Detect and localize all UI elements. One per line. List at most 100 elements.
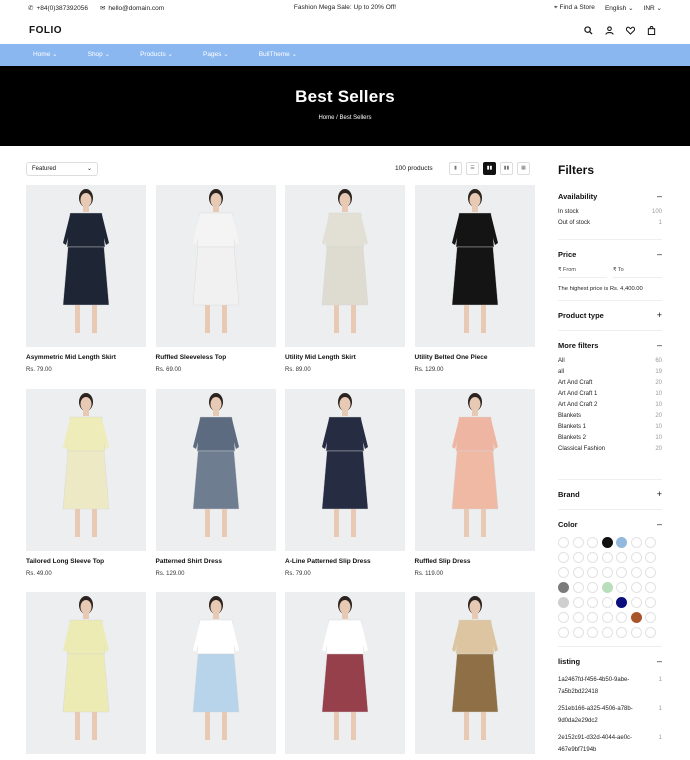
color-swatch[interactable] [630, 567, 642, 578]
color-swatch[interactable] [572, 627, 584, 638]
color-swatch[interactable] [601, 627, 613, 638]
color-swatch[interactable] [630, 552, 642, 563]
color-swatch[interactable] [616, 627, 627, 638]
product-image[interactable] [26, 592, 146, 754]
product-image[interactable] [414, 388, 535, 551]
filter-header-product-type[interactable]: Product type + [558, 310, 662, 320]
nav-item-home[interactable]: Home ⌄ [33, 44, 58, 66]
product-image[interactable] [285, 185, 405, 347]
nav-item-pages[interactable]: Pages ⌄ [203, 44, 229, 66]
color-swatch[interactable] [587, 567, 598, 578]
product-image[interactable] [155, 388, 276, 551]
color-swatch[interactable] [587, 537, 598, 548]
color-swatch[interactable] [616, 582, 627, 593]
color-swatch[interactable] [645, 552, 656, 563]
product-name[interactable]: Ruffled Sleeveless Top [156, 354, 276, 361]
color-swatch[interactable] [587, 627, 598, 638]
color-swatch[interactable] [630, 597, 642, 608]
color-swatch[interactable] [587, 597, 598, 608]
color-swatch[interactable] [558, 567, 569, 578]
filter-option[interactable]: Blankets 20 [558, 413, 662, 419]
color-swatch[interactable] [558, 552, 569, 563]
product-card[interactable]: Patterned Shirt Dress Rs. 129.00 [155, 388, 276, 577]
nav-item-bulltheme[interactable]: BullTheme ⌄ [259, 44, 297, 66]
find-store-link[interactable]: ⌖ Find a Store [554, 4, 595, 12]
color-swatch[interactable] [601, 537, 613, 548]
filter-option[interactable]: Art And Craft 20 [558, 380, 662, 386]
color-swatch[interactable] [558, 597, 569, 608]
currency-selector[interactable]: INR ⌄ [644, 4, 662, 12]
color-swatch[interactable] [587, 582, 598, 593]
color-swatch[interactable] [572, 597, 584, 608]
account-icon[interactable] [605, 26, 614, 37]
product-name[interactable]: Tailored Long Sleeve Top [26, 558, 146, 565]
color-swatch[interactable] [558, 627, 569, 638]
product-card[interactable]: A-Line Patterned Slip Dress Rs. 79.00 [285, 388, 405, 577]
color-swatch[interactable] [572, 537, 584, 548]
filter-option[interactable]: Classical Fashion 20 [558, 446, 662, 452]
color-swatch[interactable] [587, 552, 598, 563]
view-3-column-icon[interactable]: ▮▮ [500, 162, 513, 175]
color-swatch[interactable] [616, 597, 627, 608]
filter-option[interactable]: All 60 [558, 358, 662, 364]
view-1-column-icon[interactable]: ▮ [449, 162, 462, 175]
product-image[interactable] [285, 388, 405, 551]
color-swatch[interactable] [616, 537, 627, 548]
product-image[interactable] [285, 592, 405, 754]
product-card[interactable]: Ruffled Sleeveless Top Rs. 69.00 [155, 185, 276, 373]
product-name[interactable]: Asymmetric Mid Length Skirt [26, 354, 146, 361]
color-swatch[interactable] [616, 552, 627, 563]
search-icon[interactable] [584, 26, 593, 37]
color-swatch[interactable] [630, 627, 642, 638]
product-image[interactable] [155, 185, 276, 347]
view-4-column-icon[interactable]: ▮▮ [483, 162, 496, 175]
color-swatch[interactable] [645, 597, 656, 608]
color-swatch[interactable] [572, 552, 584, 563]
color-swatch[interactable] [558, 537, 569, 548]
color-swatch[interactable] [645, 567, 656, 578]
color-swatch[interactable] [645, 612, 656, 623]
color-swatch[interactable] [558, 612, 569, 623]
color-swatch[interactable] [601, 597, 613, 608]
color-swatch[interactable] [630, 537, 642, 548]
breadcrumb-home[interactable]: Home [318, 115, 334, 121]
filter-option[interactable]: In stock 100 [558, 209, 662, 215]
nav-item-shop[interactable]: Shop ⌄ [88, 44, 110, 66]
filter-option[interactable]: 251eb166-a325-4506-a78b-9d0da2e29dc2 1 [558, 703, 662, 727]
color-swatch[interactable] [572, 612, 584, 623]
view-5-column-icon[interactable]: ▦ [517, 162, 530, 175]
color-swatch[interactable] [601, 552, 613, 563]
color-swatch[interactable] [601, 582, 613, 593]
product-card[interactable]: Asymmetric Mid Length Skirt Rs. 79.00 [26, 185, 146, 373]
filter-header-more-filters[interactable]: More filters – [558, 340, 662, 350]
filter-option[interactable]: Blankets 2 10 [558, 435, 662, 441]
logo[interactable]: FOLIO [29, 25, 62, 36]
filter-header-listing[interactable]: listing – [558, 656, 662, 666]
color-swatch[interactable] [572, 582, 584, 593]
product-image[interactable] [155, 592, 276, 754]
filter-header-availability[interactable]: Availability – [558, 191, 662, 201]
color-swatch[interactable] [587, 612, 598, 623]
product-name[interactable]: A-Line Patterned Slip Dress [285, 558, 405, 565]
color-swatch[interactable] [601, 612, 613, 623]
product-card[interactable]: Utility Mid Length Skirt Rs. 89.00 [285, 185, 405, 373]
filter-header-color[interactable]: Color – [558, 519, 662, 529]
wishlist-heart-icon[interactable] [625, 26, 636, 37]
cart-bag-icon[interactable] [647, 26, 656, 37]
price-from-input[interactable]: ₹ From [558, 267, 607, 278]
filter-option[interactable]: Art And Craft 1 10 [558, 391, 662, 397]
color-swatch[interactable] [645, 627, 656, 638]
product-name[interactable]: Utility Mid Length Skirt [285, 354, 405, 361]
price-to-input[interactable]: ₹ To [613, 267, 662, 278]
product-name[interactable]: Utility Belted One Piece [415, 354, 535, 361]
sort-select[interactable]: Featured ⌄ [26, 162, 98, 176]
product-image[interactable] [26, 185, 146, 347]
color-swatch[interactable] [601, 567, 613, 578]
filter-option[interactable]: Art And Craft 2 10 [558, 402, 662, 408]
filter-option[interactable]: 2e152c91-d32d-4044-ae0c-467e9bf7194b 1 [558, 732, 662, 756]
filter-option[interactable]: Out of stock 1 [558, 220, 662, 226]
product-card[interactable]: Tailored Long Sleeve Top Rs. 49.00 [26, 388, 146, 577]
filter-header-price[interactable]: Price – [558, 249, 662, 259]
filter-header-brand[interactable]: Brand + [558, 489, 662, 499]
color-swatch[interactable] [558, 582, 569, 593]
